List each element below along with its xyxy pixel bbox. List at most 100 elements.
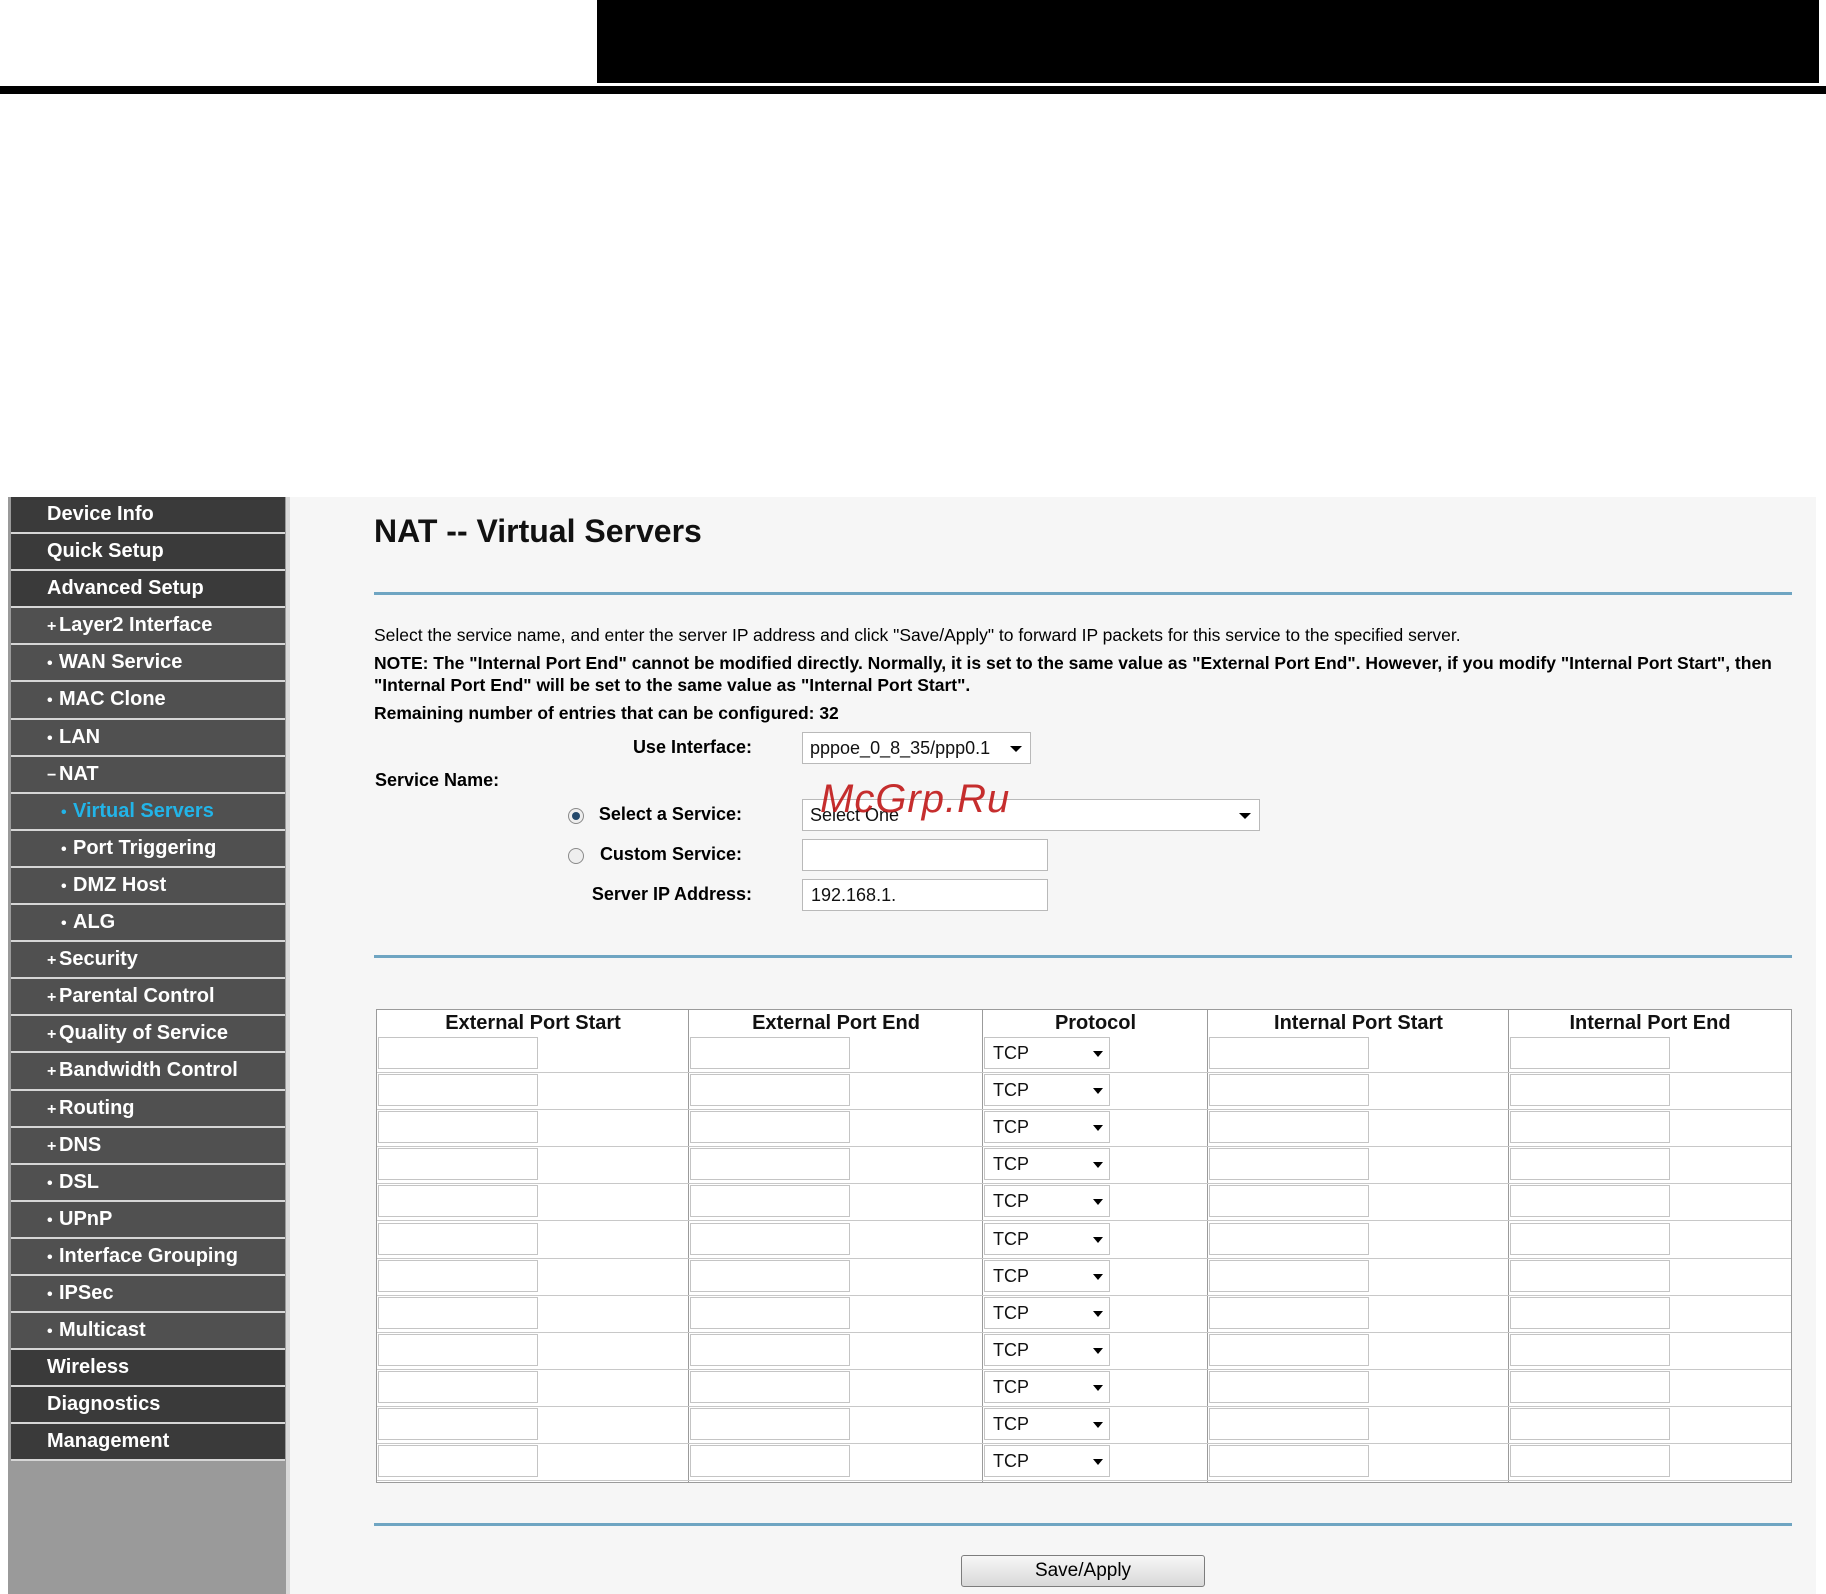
external-port-end-input[interactable]: [690, 1111, 850, 1144]
internal-port-end-input[interactable]: [1510, 1222, 1670, 1255]
external-port-end-input[interactable]: [690, 1037, 850, 1069]
internal-port-start-input[interactable]: [1209, 1370, 1369, 1403]
external-port-start-input[interactable]: [378, 1111, 538, 1144]
protocol-select[interactable]: TCP: [984, 1296, 1110, 1329]
sidebar-item-wan-service[interactable]: • WAN Service: [11, 645, 285, 683]
sidebar-item-device-info[interactable]: Device Info: [11, 497, 285, 535]
sidebar-item-mac-clone[interactable]: • MAC Clone: [11, 682, 285, 720]
external-port-start-input[interactable]: [378, 1037, 538, 1069]
internal-port-end-input[interactable]: [1510, 1296, 1670, 1329]
sidebar-item-alg[interactable]: • ALG: [11, 905, 285, 943]
sidebar-item-dns[interactable]: + DNS: [11, 1127, 285, 1165]
internal-port-start-input[interactable]: [1209, 1333, 1369, 1366]
external-port-start-input[interactable]: [378, 1074, 538, 1107]
sidebar-item-bandwidth-control[interactable]: + Bandwidth Control: [11, 1053, 285, 1091]
server-ip-label: Server IP Address:: [591, 884, 752, 904]
external-port-end-input[interactable]: [690, 1148, 850, 1181]
internal-port-start-input[interactable]: [1209, 1185, 1369, 1218]
bullet-icon: •: [47, 1248, 53, 1266]
protocol-select[interactable]: TCP: [984, 1370, 1110, 1403]
protocol-select[interactable]: TCP: [984, 1408, 1110, 1440]
server-ip-input[interactable]: 192.168.1.: [802, 879, 1048, 911]
internal-port-start-input[interactable]: [1209, 1222, 1369, 1255]
chevron-down-icon: [1093, 1310, 1103, 1317]
sidebar-item-quick-setup[interactable]: Quick Setup: [11, 534, 285, 572]
use-interface-select[interactable]: pppoe_0_8_35/ppp0.1: [802, 732, 1031, 764]
internal-port-end-input[interactable]: [1510, 1408, 1670, 1440]
protocol-select[interactable]: TCP: [984, 1037, 1110, 1069]
external-port-start-input[interactable]: [378, 1333, 538, 1366]
external-port-start-input[interactable]: [378, 1185, 538, 1218]
sidebar-item-port-triggering[interactable]: • Port Triggering: [11, 830, 285, 868]
internal-port-end-input[interactable]: [1510, 1148, 1670, 1181]
internal-port-end-input[interactable]: [1510, 1074, 1670, 1107]
external-port-start-input[interactable]: [378, 1259, 538, 1292]
sidebar-item-multicast[interactable]: • Multicast: [11, 1313, 285, 1351]
protocol-select[interactable]: TCP: [984, 1111, 1110, 1144]
external-port-end-input[interactable]: [690, 1370, 850, 1403]
sidebar-item-dmz-host[interactable]: • DMZ Host: [11, 867, 285, 906]
external-port-start-input[interactable]: [378, 1408, 538, 1440]
sidebar-item-ipsec[interactable]: • IPSec: [11, 1275, 285, 1314]
external-port-end-input[interactable]: [690, 1074, 850, 1107]
external-port-end-input[interactable]: [690, 1408, 850, 1440]
internal-port-start-input[interactable]: [1209, 1074, 1369, 1107]
ports-table: External Port Start External Port End Prot…: [376, 1009, 1792, 1483]
sidebar-item-virtual-servers[interactable]: • Virtual Servers: [11, 793, 285, 831]
sidebar-item-nat[interactable]: − NAT: [11, 756, 285, 794]
sidebar-item-label: Port Triggering: [73, 836, 217, 859]
internal-port-start-input[interactable]: [1209, 1408, 1369, 1440]
internal-port-start-input[interactable]: [1209, 1445, 1369, 1478]
internal-port-end-input[interactable]: [1510, 1333, 1670, 1366]
external-port-end-input[interactable]: [690, 1445, 850, 1478]
protocol-select[interactable]: TCP: [984, 1445, 1110, 1478]
internal-port-end-input[interactable]: [1510, 1445, 1670, 1478]
sidebar-item-dsl[interactable]: • DSL: [11, 1164, 285, 1202]
sidebar-item-management[interactable]: Management: [11, 1424, 285, 1462]
external-port-end-input[interactable]: [690, 1185, 850, 1218]
save-apply-button[interactable]: Save/Apply: [961, 1555, 1205, 1587]
protocol-select[interactable]: TCP: [984, 1222, 1110, 1255]
sidebar-item-routing[interactable]: + Routing: [11, 1090, 285, 1128]
bullet-icon: •: [47, 692, 53, 710]
internal-port-end-input[interactable]: [1510, 1037, 1670, 1069]
protocol-select[interactable]: TCP: [984, 1185, 1110, 1218]
external-port-start-input[interactable]: [378, 1148, 538, 1181]
external-port-start-input[interactable]: [378, 1370, 538, 1403]
external-port-end-input[interactable]: [690, 1222, 850, 1255]
header-internal-port-start: Internal Port Start: [1274, 1012, 1443, 1034]
internal-port-end-input[interactable]: [1510, 1111, 1670, 1144]
sidebar-item-quality-of-service[interactable]: + Quality of Service: [11, 1016, 285, 1054]
sidebar-item-parental-control[interactable]: + Parental Control: [11, 979, 285, 1017]
external-port-end-input[interactable]: [690, 1333, 850, 1366]
sidebar-item-security[interactable]: + Security: [11, 942, 285, 980]
internal-port-start-input[interactable]: [1209, 1037, 1369, 1069]
external-port-start-input[interactable]: [378, 1222, 538, 1255]
sidebar-item-diagnostics[interactable]: Diagnostics: [11, 1387, 285, 1425]
internal-port-end-input[interactable]: [1510, 1370, 1670, 1403]
sidebar-item-advanced-setup[interactable]: Advanced Setup: [11, 571, 285, 609]
bullet-icon: •: [47, 1174, 53, 1192]
protocol-select[interactable]: TCP: [984, 1148, 1110, 1181]
sidebar-item-lan[interactable]: • LAN: [11, 719, 285, 757]
protocol-select[interactable]: TCP: [984, 1074, 1110, 1107]
sidebar-item-wireless[interactable]: Wireless: [11, 1350, 285, 1388]
chevron-down-icon: [1239, 813, 1251, 819]
internal-port-start-input[interactable]: [1209, 1259, 1369, 1292]
protocol-select[interactable]: TCP: [984, 1333, 1110, 1366]
internal-port-start-input[interactable]: [1209, 1111, 1369, 1144]
sidebar-item-upnp[interactable]: • UPnP: [11, 1201, 285, 1239]
protocol-select[interactable]: TCP: [984, 1259, 1110, 1292]
internal-port-end-input[interactable]: [1510, 1259, 1670, 1292]
sidebar-item-layer2-interface[interactable]: + Layer2 Interface: [11, 608, 285, 646]
external-port-end-input[interactable]: [690, 1296, 850, 1329]
external-port-end-input[interactable]: [690, 1259, 850, 1292]
custom-service-input[interactable]: [802, 839, 1048, 871]
external-port-start-input[interactable]: [378, 1445, 538, 1478]
internal-port-start-input[interactable]: [1209, 1296, 1369, 1329]
internal-port-start-input[interactable]: [1209, 1148, 1369, 1181]
external-port-start-input[interactable]: [378, 1296, 538, 1329]
internal-port-end-input[interactable]: [1510, 1185, 1670, 1218]
service-name-label: Service Name:: [375, 770, 500, 790]
sidebar-item-interface-grouping[interactable]: • Interface Grouping: [11, 1238, 285, 1276]
